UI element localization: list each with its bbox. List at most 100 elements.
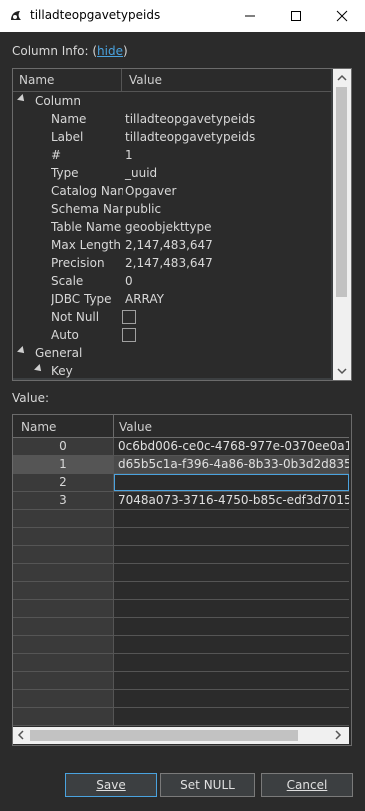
table-row[interactable]: 3 7048a073-3716-4750-b85c-edf3d7015c3b	[13, 492, 349, 510]
tree-row-key: Precision	[51, 256, 105, 270]
tree-row[interactable]: JDBC Type ARRAY	[13, 290, 331, 308]
checkbox[interactable]	[122, 310, 136, 324]
row-name-cell[interactable]	[13, 510, 114, 527]
row-name-cell[interactable]: 0	[13, 438, 114, 455]
row-name-cell[interactable]: 2	[13, 474, 114, 491]
cancel-button[interactable]: Cancel	[261, 773, 353, 797]
save-button[interactable]: Save	[65, 773, 157, 797]
row-name-cell[interactable]	[13, 564, 114, 581]
row-value-cell[interactable]	[114, 510, 349, 527]
tree-row[interactable]: Precision 2,147,483,647	[13, 254, 331, 272]
tree-row[interactable]: Auto	[13, 326, 331, 344]
grid-scroll-thumb[interactable]	[30, 730, 298, 741]
tree-row-key: Column	[35, 94, 81, 108]
tree-header-separator[interactable]	[121, 69, 122, 91]
grid-header-separator[interactable]	[113, 415, 114, 437]
tree-header-name[interactable]: Name	[19, 73, 54, 87]
table-row[interactable]	[13, 654, 349, 672]
tree-row[interactable]: Label tilladteopgavetypeids	[13, 128, 331, 146]
row-name-cell[interactable]	[13, 582, 114, 599]
close-icon	[336, 10, 348, 22]
save-button-label: Save	[96, 778, 126, 792]
column-info-close-paren: )	[122, 44, 128, 58]
table-row[interactable]: 1 d65b5c1a-f396-4a86-8b33-0b3d2d835882	[13, 456, 349, 474]
row-name-cell[interactable]: 1	[13, 456, 114, 473]
grid-header-name[interactable]: Name	[21, 420, 56, 434]
scroll-left-icon[interactable]	[16, 730, 26, 740]
tree-row[interactable]: #1	[13, 146, 331, 164]
scroll-right-icon[interactable]	[333, 730, 343, 740]
close-button[interactable]	[319, 0, 365, 32]
row-name-cell[interactable]	[13, 690, 114, 707]
maximize-button[interactable]	[273, 0, 319, 32]
table-row[interactable]: 00c6bd006-ce0c-4768-977e-0370ee0a188b	[13, 438, 349, 456]
row-name-cell[interactable]	[13, 618, 114, 635]
tree-row[interactable]: Column	[13, 92, 331, 110]
tree-row[interactable]: Type _uuid	[13, 164, 331, 182]
tree-row[interactable]: Name tilladteopgavetypeids	[13, 110, 331, 128]
table-row[interactable]	[13, 600, 349, 618]
tree-row[interactable]: Table Name geoobjekttype	[13, 218, 331, 236]
row-value-cell[interactable]	[114, 582, 349, 599]
minimize-button[interactable]	[227, 0, 273, 32]
table-row[interactable]	[13, 672, 349, 690]
tree-row-value: 2,147,483,647	[125, 238, 213, 252]
value-edit-field[interactable]	[114, 474, 349, 491]
table-row[interactable]	[13, 708, 349, 726]
row-value-cell[interactable]	[114, 564, 349, 581]
expand-caret-icon[interactable]	[34, 364, 44, 374]
table-row[interactable]	[13, 582, 349, 600]
row-name-cell[interactable]	[13, 600, 114, 617]
set-null-button[interactable]: Set NULL	[160, 773, 255, 797]
row-value-cell[interactable]	[114, 600, 349, 617]
table-row[interactable]	[13, 618, 349, 636]
tree-row[interactable]: Max Length 2,147,483,647	[13, 236, 331, 254]
table-row[interactable]	[13, 510, 349, 528]
row-name-cell[interactable]: 3	[13, 492, 114, 509]
row-value-cell[interactable]	[114, 636, 349, 653]
tree-row[interactable]: Scale 0	[13, 272, 331, 290]
column-info-text: Column Info: (	[12, 44, 98, 58]
row-name-cell[interactable]	[13, 654, 114, 671]
row-value-cell[interactable]: 0c6bd006-ce0c-4768-977e-0370ee0a188b	[114, 438, 349, 455]
row-value-cell[interactable]	[114, 546, 349, 563]
table-row[interactable]	[13, 546, 349, 564]
scroll-down-icon[interactable]	[337, 366, 347, 376]
tree-row[interactable]: Schema Nampublic	[13, 200, 331, 218]
tree-vertical-scrollbar[interactable]	[333, 69, 351, 380]
row-name-cell[interactable]	[13, 546, 114, 563]
row-value-cell[interactable]	[114, 528, 349, 545]
app-icon	[11, 11, 21, 20]
hide-link[interactable]: hide	[97, 44, 123, 58]
tree-row[interactable]: General	[13, 344, 331, 362]
row-value-cell[interactable]: d65b5c1a-f396-4a86-8b33-0b3d2d835882	[114, 456, 349, 473]
grid-header: Name Value	[13, 415, 349, 438]
row-name-cell[interactable]	[13, 708, 114, 725]
tree-row-value: public	[125, 202, 162, 216]
expand-caret-icon[interactable]	[17, 94, 27, 104]
row-value-cell[interactable]	[114, 690, 349, 707]
table-row[interactable]	[13, 564, 349, 582]
row-name-cell[interactable]	[13, 528, 114, 545]
table-row[interactable]	[13, 690, 349, 708]
grid-horizontal-scrollbar[interactable]	[13, 727, 349, 744]
grid-header-value[interactable]: Value	[119, 420, 152, 434]
table-row[interactable]	[13, 636, 349, 654]
tree-row[interactable]: Key	[13, 362, 331, 380]
expand-caret-icon[interactable]	[17, 346, 27, 356]
row-value-cell[interactable]	[114, 708, 349, 725]
row-value-cell[interactable]: 7048a073-3716-4750-b85c-edf3d7015c3b	[114, 492, 349, 509]
checkbox[interactable]	[122, 328, 136, 342]
row-value-cell[interactable]	[114, 672, 349, 689]
table-row[interactable]: 2	[13, 474, 349, 492]
row-value-cell[interactable]	[114, 618, 349, 635]
row-name-cell[interactable]	[13, 672, 114, 689]
scroll-up-icon[interactable]	[337, 73, 347, 83]
tree-row[interactable]: Catalog Nam Opgaver	[13, 182, 331, 200]
tree-header-value[interactable]: Value	[129, 73, 162, 87]
tree-row[interactable]: Not Null	[13, 308, 331, 326]
row-value-cell[interactable]	[114, 654, 349, 671]
row-name-cell[interactable]	[13, 636, 114, 653]
tree-scroll-thumb[interactable]	[336, 87, 347, 297]
table-row[interactable]	[13, 528, 349, 546]
